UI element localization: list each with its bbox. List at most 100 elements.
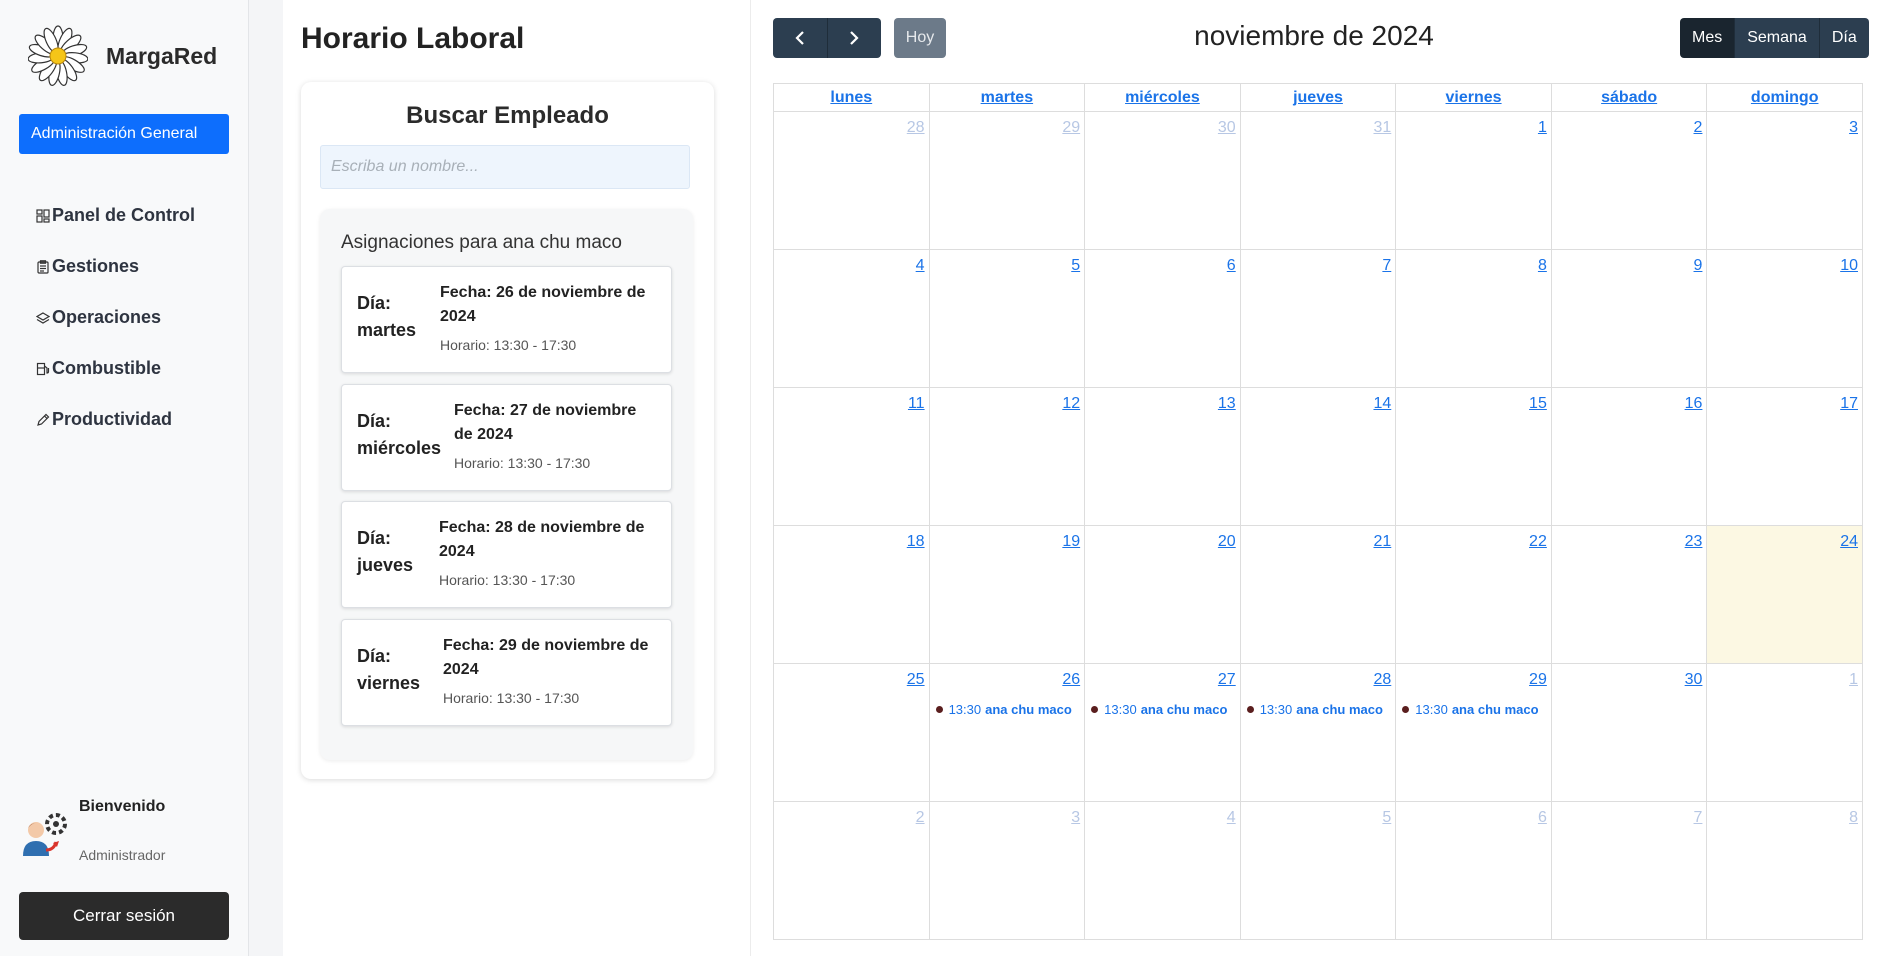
calendar-day[interactable]: 3 (1707, 112, 1863, 250)
day-number-link[interactable]: 4 (1227, 809, 1236, 827)
calendar-day[interactable]: 7 (1551, 802, 1708, 940)
day-number-link[interactable]: 3 (1071, 809, 1080, 827)
day-number-link[interactable]: 20 (1218, 533, 1236, 551)
calendar-day[interactable]: 28 13:30 ana chu maco (1240, 664, 1397, 802)
calendar-day[interactable]: 6 (1396, 802, 1552, 940)
day-number-link[interactable]: 26 (1062, 671, 1080, 689)
day-number-link[interactable]: 5 (1382, 809, 1391, 827)
day-number-link[interactable]: 7 (1382, 257, 1391, 275)
weekday-header[interactable]: viernes (1396, 84, 1552, 112)
day-number-link[interactable]: 24 (1840, 533, 1858, 551)
calendar-day[interactable]: 26 13:30 ana chu maco (929, 664, 1086, 802)
day-number-link[interactable]: 28 (907, 119, 925, 137)
calendar-day[interactable]: 5 (929, 250, 1086, 388)
view-day-button[interactable]: Día (1819, 18, 1869, 58)
calendar-day[interactable]: 27 13:30 ana chu maco (1085, 664, 1241, 802)
view-week-button[interactable]: Semana (1735, 18, 1820, 58)
day-number-link[interactable]: 10 (1840, 257, 1858, 275)
logout-button[interactable]: Cerrar sesión (19, 892, 229, 940)
day-number-link[interactable]: 9 (1694, 257, 1703, 275)
day-number-link[interactable]: 25 (907, 671, 925, 689)
calendar-event[interactable]: 13:30 ana chu maco (1246, 702, 1383, 717)
day-number-link[interactable]: 8 (1538, 257, 1547, 275)
day-number-link[interactable]: 30 (1685, 671, 1703, 689)
calendar-day[interactable]: 7 (1240, 250, 1397, 388)
day-number-link[interactable]: 1 (1849, 671, 1858, 689)
calendar-day[interactable]: 13 (1085, 388, 1241, 526)
weekday-header[interactable]: sábado (1551, 84, 1708, 112)
calendar-day[interactable]: 16 (1551, 388, 1708, 526)
day-number-link[interactable]: 16 (1685, 395, 1703, 413)
day-number-link[interactable]: 5 (1071, 257, 1080, 275)
day-number-link[interactable]: 22 (1529, 533, 1547, 551)
day-number-link[interactable]: 30 (1218, 119, 1236, 137)
calendar-day[interactable]: 19 (929, 526, 1086, 664)
calendar-day[interactable]: 3 (929, 802, 1086, 940)
brand[interactable]: MargaRed (28, 24, 217, 88)
calendar-day[interactable]: 30 (1085, 112, 1241, 250)
calendar-day[interactable]: 1 (1707, 664, 1863, 802)
sidebar-item-productividad[interactable]: Productividad (36, 394, 195, 445)
weekday-header[interactable]: lunes (774, 84, 930, 112)
weekday-header[interactable]: martes (929, 84, 1086, 112)
calendar-day[interactable]: 12 (929, 388, 1086, 526)
calendar-day[interactable]: 5 (1240, 802, 1397, 940)
calendar-day[interactable]: 30 (1551, 664, 1708, 802)
day-number-link[interactable]: 18 (907, 533, 925, 551)
calendar-day[interactable]: 28 (774, 112, 930, 250)
day-number-link[interactable]: 15 (1529, 395, 1547, 413)
day-number-link[interactable]: 3 (1849, 119, 1858, 137)
day-number-link[interactable]: 4 (916, 257, 925, 275)
calendar-day[interactable]: 25 (774, 664, 930, 802)
day-number-link[interactable]: 6 (1227, 257, 1236, 275)
day-number-link[interactable]: 31 (1373, 119, 1391, 137)
weekday-header[interactable]: jueves (1240, 84, 1397, 112)
day-number-link[interactable]: 8 (1849, 809, 1858, 827)
day-number-link[interactable]: 17 (1840, 395, 1858, 413)
weekday-header[interactable]: domingo (1707, 84, 1863, 112)
calendar-day[interactable]: 1 (1396, 112, 1552, 250)
calendar-day[interactable]: 4 (774, 250, 930, 388)
calendar-day[interactable]: 14 (1240, 388, 1397, 526)
calendar-day[interactable]: 11 (774, 388, 930, 526)
day-number-link[interactable]: 29 (1062, 119, 1080, 137)
view-month-button[interactable]: Mes (1680, 18, 1736, 58)
day-number-link[interactable]: 19 (1062, 533, 1080, 551)
day-number-link[interactable]: 13 (1218, 395, 1236, 413)
day-number-link[interactable]: 14 (1373, 395, 1391, 413)
calendar-day[interactable]: 2 (1551, 112, 1708, 250)
day-number-link[interactable]: 23 (1685, 533, 1703, 551)
employee-search-input[interactable] (320, 145, 690, 189)
calendar-day[interactable]: 29 13:30 ana chu maco (1396, 664, 1552, 802)
calendar-day[interactable]: 23 (1551, 526, 1708, 664)
day-number-link[interactable]: 29 (1529, 671, 1547, 689)
calendar-day[interactable]: 17 (1707, 388, 1863, 526)
day-number-link[interactable]: 28 (1373, 671, 1391, 689)
day-number-link[interactable]: 21 (1373, 533, 1391, 551)
calendar-day[interactable]: 9 (1551, 250, 1708, 388)
calendar-event[interactable]: 13:30 ana chu maco (935, 702, 1072, 717)
prev-month-button[interactable] (773, 18, 828, 58)
calendar-day[interactable]: 21 (1240, 526, 1397, 664)
calendar-event[interactable]: 13:30 ana chu maco (1091, 702, 1227, 717)
calendar-day[interactable]: 20 (1085, 526, 1241, 664)
admin-general-button[interactable]: Administración General (19, 114, 229, 154)
day-number-link[interactable]: 2 (1694, 119, 1703, 137)
calendar-day[interactable]: 15 (1396, 388, 1552, 526)
calendar-day[interactable]: 4 (1085, 802, 1241, 940)
day-number-link[interactable]: 11 (908, 395, 925, 413)
calendar-event[interactable]: 13:30 ana chu maco (1402, 702, 1539, 717)
calendar-day[interactable]: 10 (1707, 250, 1863, 388)
calendar-day[interactable]: 6 (1085, 250, 1241, 388)
sidebar-item-gestiones[interactable]: Gestiones (36, 241, 195, 292)
sidebar-item-operaciones[interactable]: Operaciones (36, 292, 195, 343)
calendar-day[interactable]: 18 (774, 526, 930, 664)
today-button[interactable]: Hoy (894, 18, 946, 58)
day-number-link[interactable]: 1 (1538, 119, 1547, 137)
calendar-day[interactable]: 8 (1707, 802, 1863, 940)
day-number-link[interactable]: 2 (916, 809, 925, 827)
day-number-link[interactable]: 12 (1062, 395, 1080, 413)
sidebar-item-combustible[interactable]: Combustible (36, 343, 195, 394)
day-number-link[interactable]: 7 (1694, 809, 1703, 827)
day-number-link[interactable]: 6 (1538, 809, 1547, 827)
